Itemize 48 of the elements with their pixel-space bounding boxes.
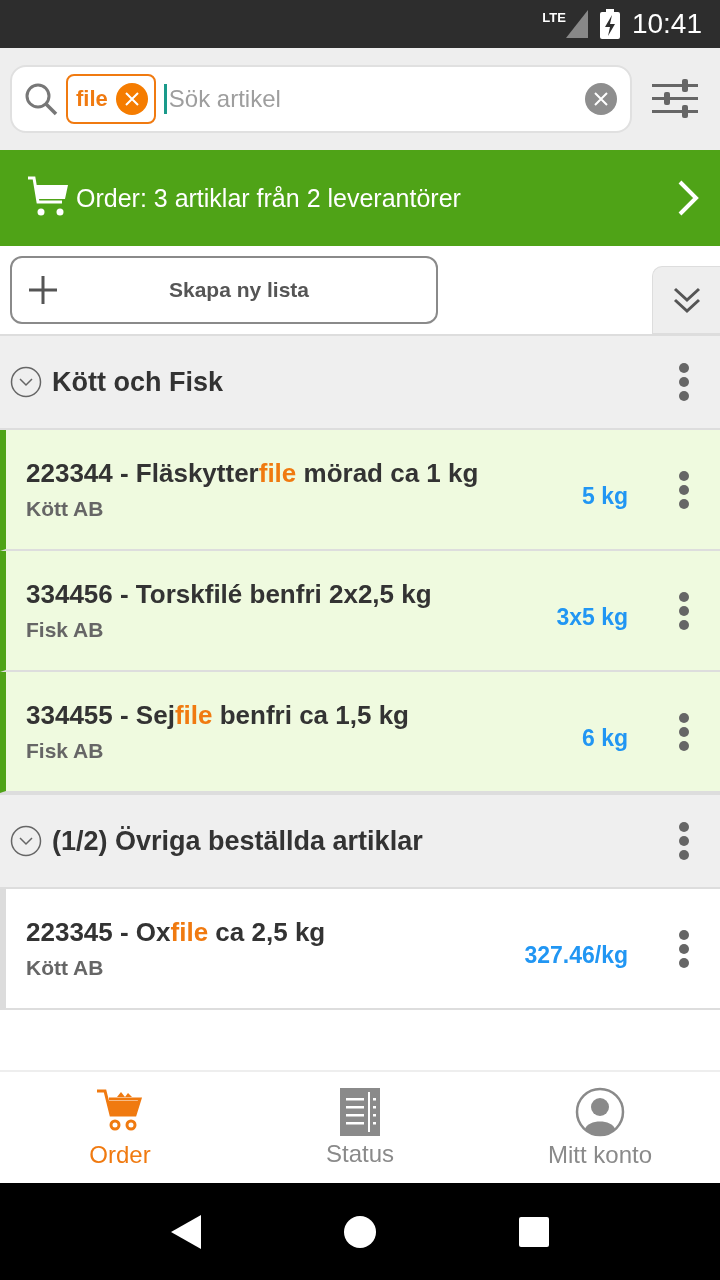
article-row[interactable]: 334456 - Torskfilé benfri 2x2,5 kg Fisk AB 3x5 kg (0, 551, 720, 672)
clear-icon[interactable] (584, 82, 618, 116)
article-title: 223344 - Fläskytterfile mörad ca 1 kg (26, 458, 480, 489)
search-input[interactable]: Sök artikel (163, 84, 576, 114)
article-title: 334455 - Sejfile benfri ca 1,5 kg (26, 700, 410, 731)
search-icon (24, 82, 58, 116)
more-icon[interactable] (678, 469, 690, 510)
more-icon[interactable] (678, 590, 690, 631)
document-icon (340, 1087, 380, 1136)
quantity: 3x5 kg (556, 603, 628, 631)
chevron-circle-icon[interactable] (10, 825, 42, 857)
supplier-name: Fisk AB (26, 618, 105, 642)
collapse-all-button[interactable] (652, 266, 720, 334)
clock: 10:41 (631, 8, 702, 40)
article-title: 334456 - Torskfilé benfri 2x2,5 kg (26, 579, 433, 610)
double-chevron-down-icon (671, 286, 702, 314)
network-type: LTE (542, 10, 566, 25)
chevron-circle-icon[interactable] (10, 366, 42, 398)
article-row[interactable]: 223344 - Fläskytterfile mörad ca 1 kg Kött AB 5 kg (0, 430, 720, 551)
group-header[interactable]: Kött och Fisk (0, 334, 720, 430)
create-list-button[interactable]: Skapa ny lista (10, 256, 438, 324)
group-title: (1/2) Övriga beställda artiklar (52, 825, 424, 857)
group-title: Kött och Fisk (52, 366, 224, 398)
home-icon[interactable] (343, 1214, 377, 1249)
quantity: 5 kg (581, 482, 628, 510)
more-icon[interactable] (678, 362, 690, 402)
more-icon[interactable] (678, 928, 690, 969)
article-row[interactable]: 223345 - Oxfile ca 2,5 kg Kött AB 327.46/kg (0, 889, 720, 1010)
back-icon[interactable] (171, 1214, 201, 1249)
order-summary: Order: 3 artiklar från 2 leverantörer (76, 183, 462, 213)
quantity: 327.46/kg (524, 941, 628, 969)
supplier-name: Kött AB (26, 956, 105, 980)
plus-icon (28, 275, 58, 305)
article-title: 223345 - Oxfile ca 2,5 kg (26, 917, 327, 948)
filter-icon[interactable] (652, 79, 698, 119)
more-icon[interactable] (678, 821, 690, 861)
battery-icon (599, 9, 620, 39)
more-icon[interactable] (678, 711, 690, 752)
article-row[interactable]: 334455 - Sejfile benfri ca 1,5 kg Fisk AB 6 kg (0, 672, 720, 793)
chevron-right-icon (676, 178, 700, 218)
remove-icon[interactable] (115, 83, 148, 115)
signal-icon (565, 10, 588, 38)
supplier-name: Kött AB (26, 497, 105, 521)
quantity: 6 kg (581, 724, 628, 752)
recents-icon[interactable] (519, 1216, 549, 1247)
avatar-icon (575, 1086, 625, 1137)
group-header[interactable]: (1/2) Övriga beställda artiklar (0, 793, 720, 889)
supplier-name: Fisk AB (26, 739, 105, 763)
